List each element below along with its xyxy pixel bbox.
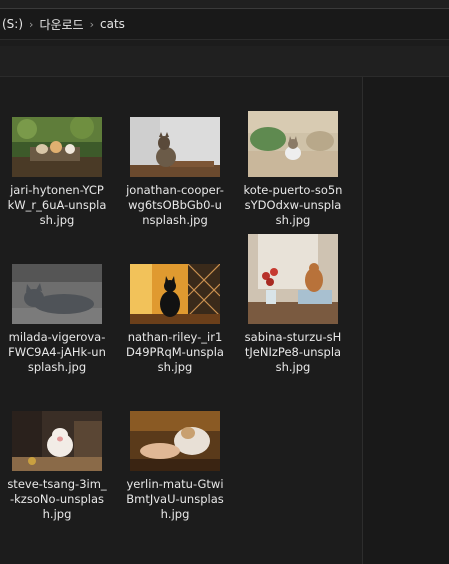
file-item[interactable]: milada-vigerova-FWC9A4-jAHk-unsplash.jpg [0, 264, 114, 375]
image-thumbnail[interactable] [12, 117, 102, 177]
file-item[interactable]: yerlin-matu-GtwiBmtJvaU-unsplash.jpg [118, 411, 232, 522]
image-thumbnail[interactable] [248, 111, 338, 177]
image-thumbnail[interactable] [130, 117, 220, 177]
image-thumbnail[interactable] [12, 264, 102, 324]
file-item[interactable]: sabina-sturzu-sHtJeNIzPe8-unsplash.jpg [236, 234, 350, 375]
breadcrumb-drive[interactable]: (S:) [0, 17, 27, 31]
image-thumbnail[interactable] [130, 411, 220, 471]
file-name[interactable]: jari-hytonen-YCPkW_r_6uA-unsplash.jpg [7, 183, 107, 228]
chevron-right-icon[interactable]: › [88, 18, 96, 31]
file-item[interactable]: kote-puerto-so5nsYDOdxw-unsplash.jpg [236, 111, 350, 228]
file-name[interactable]: steve-tsang-3im_-kzsoNo-unsplash.jpg [7, 477, 107, 522]
image-thumbnail[interactable] [248, 234, 338, 324]
file-item[interactable]: steve-tsang-3im_-kzsoNo-unsplash.jpg [0, 411, 114, 522]
file-name[interactable]: yerlin-matu-GtwiBmtJvaU-unsplash.jpg [125, 477, 225, 522]
file-item[interactable]: nathan-riley-_ir1D49PRqM-unsplash.jpg [118, 264, 232, 375]
file-item[interactable]: jari-hytonen-YCPkW_r_6uA-unsplash.jpg [0, 117, 114, 228]
file-name[interactable]: nathan-riley-_ir1D49PRqM-unsplash.jpg [125, 330, 225, 375]
file-name[interactable]: kote-puerto-so5nsYDOdxw-unsplash.jpg [243, 183, 343, 228]
file-item[interactable]: jonathan-cooper-wg6tsOBbGb0-unsplash.jpg [118, 117, 232, 228]
breadcrumb-cats[interactable]: cats [96, 17, 129, 31]
breadcrumb-downloads[interactable]: 다운로드 [35, 16, 87, 33]
file-name[interactable]: sabina-sturzu-sHtJeNIzPe8-unsplash.jpg [243, 330, 343, 375]
file-name[interactable]: milada-vigerova-FWC9A4-jAHk-unsplash.jpg [7, 330, 107, 375]
address-bar[interactable]: (S:) › 다운로드 › cats [0, 8, 449, 40]
image-thumbnail[interactable] [12, 411, 102, 471]
command-bar [0, 46, 449, 77]
preview-pane [362, 77, 449, 564]
chevron-right-icon[interactable]: › [27, 18, 35, 31]
title-bar-strip [0, 0, 449, 8]
file-list-area: jari-hytonen-YCPkW_r_6uA-unsplash.jpg jo… [0, 77, 362, 564]
image-thumbnail[interactable] [130, 264, 220, 324]
file-name[interactable]: jonathan-cooper-wg6tsOBbGb0-unsplash.jpg [125, 183, 225, 228]
